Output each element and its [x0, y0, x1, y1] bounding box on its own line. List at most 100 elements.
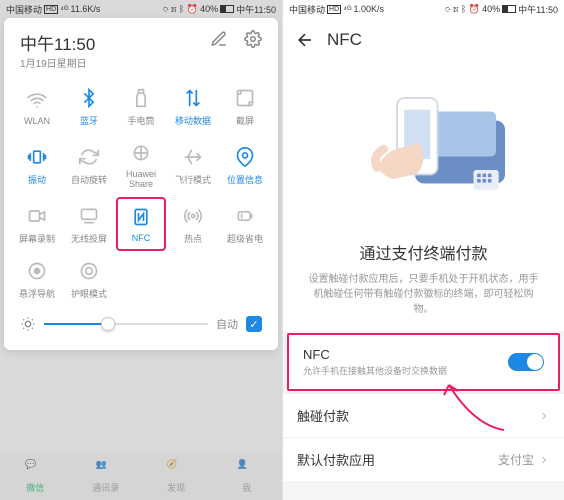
quick-settings-panel: 中午11:50 1月19日星期日 WLAN 蓝牙 手电筒 移动数据 截屏振动 自动旋转 Hu… — [4, 18, 278, 350]
brightness-thumb[interactable] — [101, 317, 115, 331]
bottom-nav: 💬微信 👥通讯录 🧭发现 👤我 — [0, 452, 282, 500]
chevron-right-icon — [538, 410, 550, 422]
tile-share[interactable]: Huawei Share — [116, 135, 166, 195]
page-header: NFC — [283, 18, 564, 62]
tile-wifi[interactable]: WLAN — [12, 80, 62, 133]
notification-title: 微信游戏 — [48, 401, 129, 418]
tile-label: 护眼模式 — [71, 287, 107, 300]
panel-date: 1月19日星期日 — [20, 55, 95, 70]
tile-location[interactable]: 位置信息 — [220, 135, 270, 195]
auto-brightness-label: 自动 — [216, 316, 238, 332]
back-icon[interactable] — [295, 30, 315, 50]
tile-label: 移动数据 — [175, 114, 211, 127]
bluetooth-icon — [77, 86, 101, 110]
default-pay-app-value: 支付宝 — [498, 451, 534, 468]
nfc-toggle[interactable] — [508, 353, 544, 371]
brightness-slider[interactable]: 自动 ✓ — [12, 306, 270, 342]
hotspot-icon — [181, 204, 205, 228]
cast-icon — [77, 204, 101, 228]
tile-label: 截屏 — [236, 114, 254, 127]
notification-app-icon — [10, 351, 38, 379]
battery: 40% — [482, 4, 500, 14]
nav-discover[interactable]: 🧭发现 — [141, 452, 212, 500]
settings-icon[interactable] — [244, 30, 262, 48]
record-icon — [25, 204, 49, 228]
tile-cast[interactable]: 无线投屏 — [64, 197, 114, 251]
tile-label: 蓝牙 — [80, 114, 98, 127]
flashlight-icon — [129, 86, 153, 110]
tile-label: 无线投屏 — [71, 232, 107, 245]
tile-label: NFC — [132, 233, 151, 243]
screenshot-icon — [233, 86, 257, 110]
airplane-icon — [181, 145, 205, 169]
tile-label: Huawei Share — [116, 169, 166, 189]
panel-time: 中午11:50 — [20, 30, 95, 55]
tile-airplane[interactable]: 飞行模式 — [168, 135, 218, 195]
tile-record[interactable]: 屏幕录制 — [12, 197, 62, 251]
carrier: 中国移动 — [6, 3, 42, 16]
notification-app-icon — [10, 402, 38, 430]
tile-label: 振动 — [28, 173, 46, 186]
tile-rotate[interactable]: 自动旋转 — [64, 135, 114, 195]
tile-nfc[interactable]: NFC — [116, 197, 166, 251]
carrier: 中国移动 — [289, 3, 325, 16]
tile-screenshot[interactable]: 截屏 — [220, 80, 270, 133]
brightness-icon — [20, 316, 36, 332]
tile-label: WLAN — [24, 116, 50, 126]
battery-icon — [233, 204, 257, 228]
default-pay-app-row[interactable]: 默认付款应用 支付宝 — [283, 437, 564, 481]
tile-label: 超级省电 — [227, 232, 263, 245]
tile-data[interactable]: 移动数据 — [168, 80, 218, 133]
tile-label: 自动旋转 — [71, 173, 107, 186]
status-time: 中午11:50 — [236, 3, 276, 16]
net-speed: 1.00K/s — [353, 4, 384, 14]
section-description: 设置触碰付款应用后，只要手机处于开机状态，用手机触碰任何带有触碰付款徽标的终端，… — [283, 272, 564, 331]
tile-label: 飞行模式 — [175, 173, 211, 186]
tile-bluetooth[interactable]: 蓝牙 — [64, 80, 114, 133]
auto-brightness-checkbox[interactable]: ✓ — [246, 316, 262, 332]
eye-icon — [77, 259, 101, 283]
edit-icon[interactable] — [210, 30, 228, 48]
status-time: 中午11:50 — [518, 3, 558, 16]
tile-eye[interactable]: 护眼模式 — [64, 253, 114, 306]
nfc-toggle-row[interactable]: NFC 允许手机在接触其他设备时交换数据 — [287, 333, 560, 391]
notification-subtitle: 凡人手游不凡路回首 — [48, 418, 129, 431]
notification-date: 2019年11月8日 — [211, 410, 272, 423]
nav-contacts[interactable]: 👥通讯录 — [71, 452, 142, 500]
nfc-illustration — [283, 62, 564, 236]
location-icon — [233, 145, 257, 169]
tile-hotspot[interactable]: 热点 — [168, 197, 218, 251]
brightness-track[interactable] — [44, 323, 208, 325]
tile-label: 热点 — [184, 232, 202, 245]
rotate-icon — [77, 145, 101, 169]
nfc-description: 允许手机在接触其他设备时交换数据 — [303, 364, 508, 377]
nav-me[interactable]: 👤我 — [212, 452, 283, 500]
notification-item[interactable]: 微信游戏 凡人手游不凡路回首 2019年11月8日 — [0, 391, 282, 441]
vibrate-icon — [25, 145, 49, 169]
tile-label: 位置信息 — [227, 173, 263, 186]
tile-flashlight[interactable]: 手电筒 — [116, 80, 166, 133]
status-bar: 中国移动 HD ⁴ᴳ 11.6K/s ⟳ ℕ ᛒ ⏰ 40% 中午11:50 — [0, 0, 282, 18]
tap-pay-row[interactable]: 触碰付款 — [283, 393, 564, 437]
notification-date: 2019年12月4日 — [210, 359, 272, 372]
tile-battery[interactable]: 超级省电 — [220, 197, 270, 251]
tile-label: 悬浮导航 — [19, 287, 55, 300]
nfc-label: NFC — [303, 347, 508, 362]
section-title: 通过支付终端付款 — [283, 236, 564, 272]
battery: 40% — [200, 4, 218, 14]
tile-float[interactable]: 悬浮导航 — [12, 253, 62, 306]
notification-subtitle: 零钱通使用规则 — [48, 367, 111, 380]
nav-wechat[interactable]: 💬微信 — [0, 452, 71, 500]
nfc-icon — [129, 205, 153, 229]
tile-label: 手电筒 — [127, 114, 154, 127]
page-title: NFC — [327, 30, 362, 50]
net-speed: 11.6K/s — [70, 4, 100, 14]
wifi-icon — [25, 88, 49, 112]
status-bar: 中国移动 HD ⁴ᴳ 1.00K/s ⟳ ℕ ᛒ ⏰ 40% 中午11:50 — [283, 0, 564, 18]
share-icon — [129, 141, 153, 165]
notification-title: 服务通知 — [48, 350, 111, 367]
data-icon — [181, 86, 205, 110]
tile-vibrate[interactable]: 振动 — [12, 135, 62, 195]
float-icon — [25, 259, 49, 283]
tile-label: 屏幕录制 — [19, 232, 55, 245]
